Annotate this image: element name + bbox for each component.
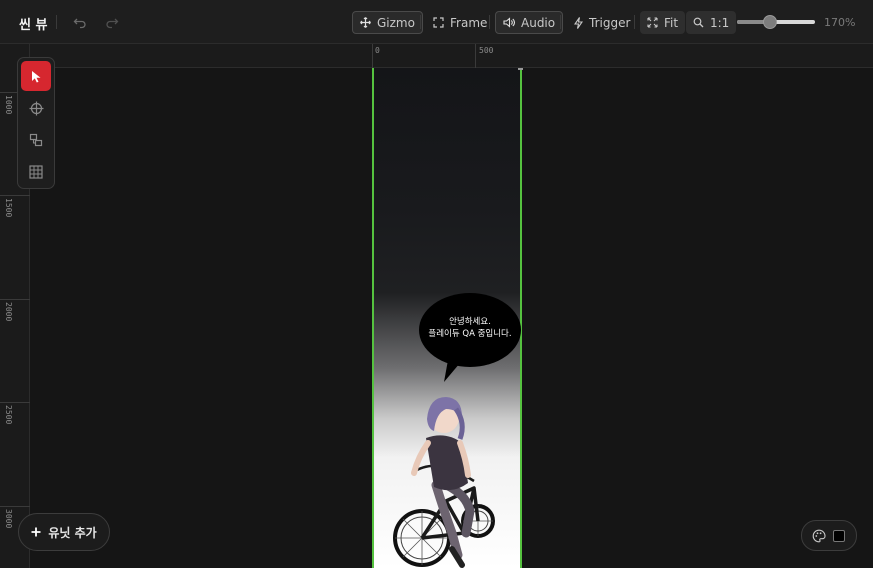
ruler-label: 3000 [4, 509, 13, 529]
ruler-label: 2000 [4, 302, 13, 322]
audio-label: Audio [521, 15, 556, 30]
zoom-percentage: 170% [824, 16, 856, 29]
add-unit-label: 유닛 추가 [48, 525, 97, 540]
plus-icon [31, 527, 41, 537]
layers-icon [29, 133, 43, 147]
actual-size-label: 1:1 [710, 15, 730, 30]
move-arrows-icon [360, 17, 371, 28]
audio-toggle[interactable]: Audio [495, 11, 564, 34]
speaker-icon [503, 17, 515, 28]
top-toolbar: 씬 뷰 Gizmo Frame Audio Trigger Fit 1:1 17… [0, 0, 873, 44]
transform-tool[interactable] [21, 125, 51, 155]
zoom-slider-thumb[interactable] [763, 15, 778, 29]
ruler-label: 500 [479, 46, 494, 55]
bubble-text-line: 플레이듀 QA 중입니다. [428, 329, 512, 339]
grid-icon [29, 165, 43, 179]
bubble-text-line: 안녕하세요. [449, 317, 491, 327]
ruler-tick [475, 44, 476, 68]
frame-corners-icon [433, 17, 444, 28]
cursor-arrow-icon [31, 70, 40, 82]
page-title: 씬 뷰 [19, 18, 48, 33]
ruler-label: 2500 [4, 405, 13, 425]
lightning-icon [574, 16, 583, 29]
scene-viewport[interactable]: 안녕하세요. 플레이듀 QA 중입니다. [30, 68, 873, 568]
fit-label: Fit [664, 15, 679, 30]
gizmo-toggle[interactable]: Gizmo [352, 11, 423, 34]
ruler-label: 1000 [4, 95, 13, 115]
ruler-label: 0 [375, 46, 380, 55]
trigger-toggle[interactable]: Trigger [567, 11, 637, 34]
divider [56, 15, 57, 29]
ruler-tick [0, 402, 30, 403]
select-tool[interactable] [21, 61, 51, 91]
divider [634, 15, 635, 29]
zoom-slider[interactable] [737, 15, 815, 29]
ruler-tick [372, 44, 373, 68]
move-tool[interactable] [21, 93, 51, 123]
ruler-tick [0, 506, 30, 507]
scene-frame[interactable]: 안녕하세요. 플레이듀 QA 중입니다. [372, 68, 524, 568]
ruler-tick [0, 195, 30, 196]
divider [489, 15, 490, 29]
palette-icon[interactable] [812, 529, 826, 543]
undo-icon[interactable] [71, 13, 89, 31]
speech-bubble[interactable]: 안녕하세요. 플레이듀 QA 중입니다. [418, 292, 522, 384]
magnifier-icon [693, 17, 704, 28]
ruler-label: 1500 [4, 198, 13, 218]
color-swatch[interactable] [833, 530, 845, 542]
gizmo-label: Gizmo [377, 15, 415, 30]
color-panel [801, 520, 857, 551]
frame-label: Frame [450, 15, 488, 30]
cyclist-illustration[interactable] [374, 383, 524, 568]
fit-button[interactable]: Fit [640, 11, 686, 34]
add-unit-button[interactable]: 유닛 추가 [18, 513, 110, 551]
frame-toggle[interactable]: Frame [426, 11, 494, 34]
tool-panel [17, 57, 55, 189]
divider [420, 15, 421, 29]
resize-handle[interactable] [518, 68, 523, 70]
grid-tool[interactable] [21, 157, 51, 187]
horizontal-ruler: 0 500 [30, 44, 873, 68]
actual-size-button[interactable]: 1:1 [686, 11, 737, 34]
ruler-tick [0, 299, 30, 300]
trigger-label: Trigger [589, 15, 631, 30]
crosshair-icon [29, 101, 43, 115]
fit-screen-icon [647, 17, 658, 28]
redo-icon[interactable] [103, 13, 121, 31]
divider [560, 15, 561, 29]
